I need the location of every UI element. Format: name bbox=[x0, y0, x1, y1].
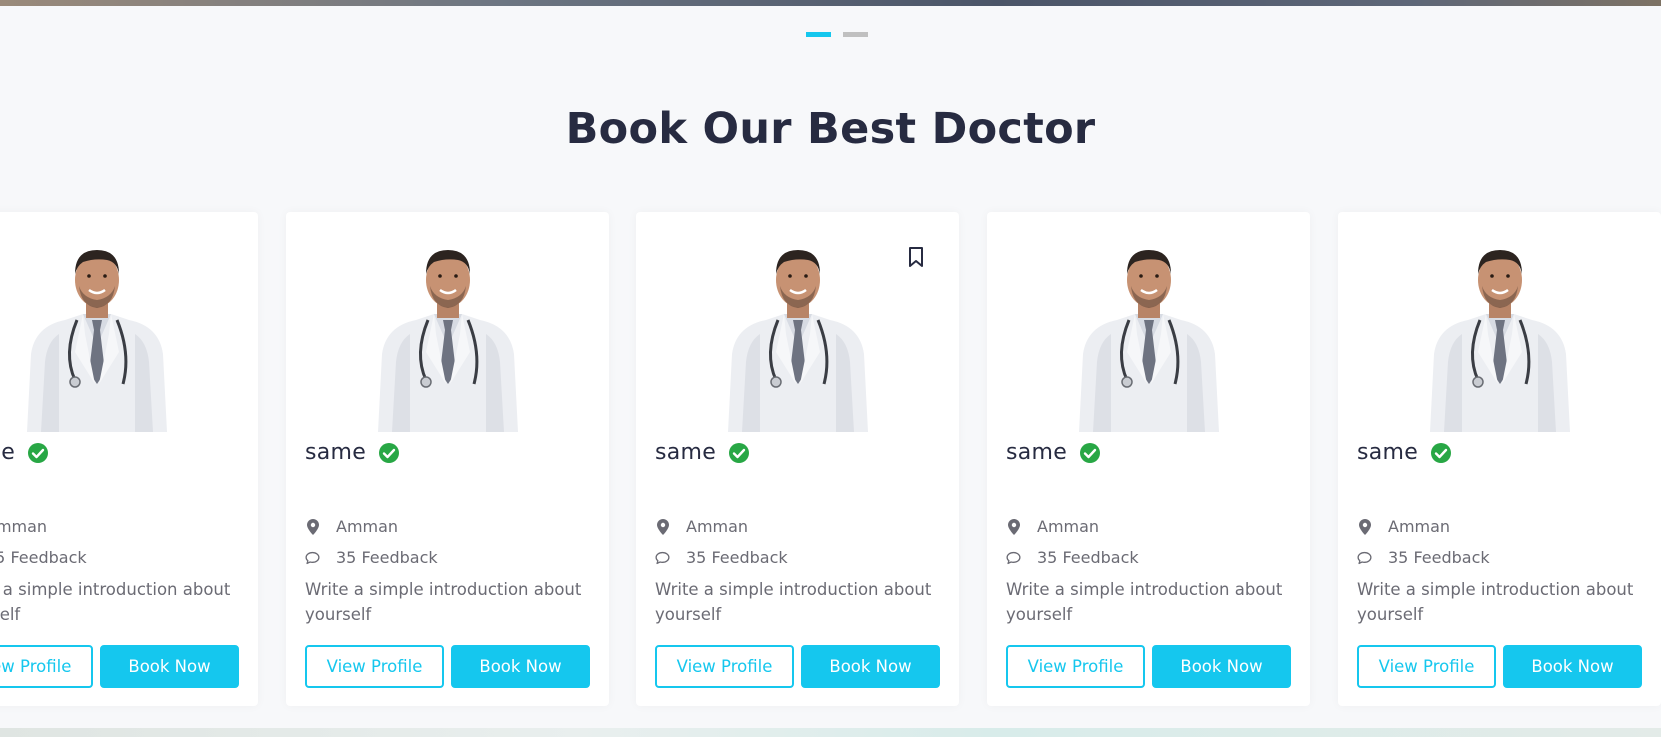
doctor-name-row: same bbox=[0, 440, 49, 465]
doctor-name-row: same bbox=[655, 440, 750, 465]
chat-bubble-icon bbox=[655, 549, 670, 566]
verified-check-icon bbox=[729, 442, 750, 463]
doctor-card: same Amman 35 Feedback Write a simple in… bbox=[286, 212, 609, 706]
doctor-feedback: 35 Feedback bbox=[0, 548, 87, 567]
doctor-feedback: 35 Feedback bbox=[1006, 548, 1139, 567]
book-now-button[interactable]: Book Now bbox=[1503, 645, 1642, 688]
doctor-name[interactable]: same bbox=[655, 440, 716, 465]
doctor-name[interactable]: same bbox=[0, 440, 15, 465]
view-profile-button[interactable]: View Profile bbox=[1006, 645, 1145, 688]
verified-check-icon bbox=[1080, 442, 1101, 463]
doctor-intro: Write a simple introduction about yourse… bbox=[655, 580, 932, 624]
verified-check-icon bbox=[379, 442, 400, 463]
map-pin-icon bbox=[305, 518, 320, 535]
doctor-intro: Write a simple introduction about yourse… bbox=[1006, 580, 1283, 624]
feedback-text: 35 Feedback bbox=[1388, 548, 1490, 567]
doctor-card: same Amman 35 Feedback Write a simple in… bbox=[0, 212, 258, 706]
view-profile-button[interactable]: View Profile bbox=[1357, 645, 1496, 688]
doctor-location: Amman bbox=[1006, 517, 1099, 536]
doctor-photo bbox=[378, 250, 518, 432]
doctor-card: same Amman 35 Feedback Write a simple in… bbox=[1338, 212, 1661, 706]
chat-bubble-icon bbox=[305, 549, 320, 566]
doctor-photo bbox=[1079, 250, 1219, 432]
map-pin-icon bbox=[1006, 518, 1021, 535]
doctor-feedback: 35 Feedback bbox=[1357, 548, 1490, 567]
feedback-text: 35 Feedback bbox=[686, 548, 788, 567]
book-now-button[interactable]: Book Now bbox=[451, 645, 590, 688]
book-now-button[interactable]: Book Now bbox=[100, 645, 239, 688]
doctor-card: same Amman 35 Feedback Write a simple in… bbox=[636, 212, 959, 706]
doctor-location: Amman bbox=[1357, 517, 1450, 536]
verified-check-icon bbox=[1431, 442, 1452, 463]
doctor-feedback: 35 Feedback bbox=[305, 548, 438, 567]
doctor-intro: Write a simple introduction about yourse… bbox=[1357, 580, 1634, 624]
map-pin-icon bbox=[655, 518, 670, 535]
section-title: Book Our Best Doctor bbox=[565, 104, 1096, 154]
doctor-name-row: same bbox=[1357, 440, 1452, 465]
doctor-card: same Amman 35 Feedback Write a simple in… bbox=[987, 212, 1310, 706]
chat-bubble-icon bbox=[1006, 549, 1021, 566]
feedback-text: 35 Feedback bbox=[1037, 548, 1139, 567]
view-profile-button[interactable]: View Profile bbox=[0, 645, 93, 688]
location-text: Amman bbox=[336, 517, 399, 536]
next-section-edge bbox=[0, 728, 1661, 737]
map-pin-icon bbox=[1357, 518, 1372, 535]
doctor-location: Amman bbox=[305, 517, 398, 536]
carousel-dot-1[interactable] bbox=[806, 32, 831, 37]
doctor-name-row: same bbox=[1006, 440, 1101, 465]
location-text: Amman bbox=[686, 517, 749, 536]
doctor-photo bbox=[1430, 250, 1570, 432]
feedback-text: 35 Feedback bbox=[0, 548, 87, 567]
doctor-name-row: same bbox=[305, 440, 400, 465]
verified-check-icon bbox=[28, 442, 49, 463]
location-text: Amman bbox=[0, 517, 48, 536]
doctor-intro: Write a simple introduction about yourse… bbox=[305, 580, 582, 624]
doctor-name[interactable]: same bbox=[1357, 440, 1418, 465]
book-now-button[interactable]: Book Now bbox=[1152, 645, 1291, 688]
doctor-feedback: 35 Feedback bbox=[655, 548, 788, 567]
doctor-name[interactable]: same bbox=[305, 440, 366, 465]
doctor-location: Amman bbox=[655, 517, 748, 536]
doctor-name[interactable]: same bbox=[1006, 440, 1067, 465]
doctor-intro: Write a simple introduction about yourse… bbox=[0, 580, 231, 624]
chat-bubble-icon bbox=[1357, 549, 1372, 566]
location-text: Amman bbox=[1037, 517, 1100, 536]
bookmark-icon[interactable] bbox=[907, 246, 925, 268]
view-profile-button[interactable]: View Profile bbox=[655, 645, 794, 688]
hero-banner-edge bbox=[0, 0, 1661, 6]
view-profile-button[interactable]: View Profile bbox=[305, 645, 444, 688]
doctor-location: Amman bbox=[0, 517, 47, 536]
carousel-dot-2[interactable] bbox=[843, 32, 868, 37]
book-now-button[interactable]: Book Now bbox=[801, 645, 940, 688]
location-text: Amman bbox=[1388, 517, 1451, 536]
carousel-pagination bbox=[806, 32, 868, 37]
feedback-text: 35 Feedback bbox=[336, 548, 438, 567]
doctor-photo bbox=[27, 250, 167, 432]
